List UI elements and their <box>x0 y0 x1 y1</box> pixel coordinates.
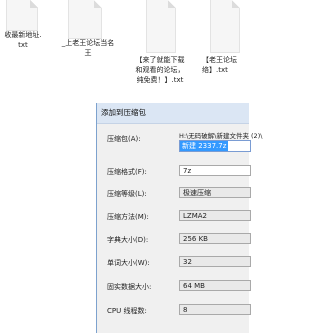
archive-name-input[interactable]: 新建 2337.7z <box>179 140 251 152</box>
dictionary-label: 字典大小(D): <box>107 236 149 244</box>
dialog-title: 添加到压缩包 <box>97 103 249 124</box>
add-to-archive-dialog: 添加到压缩包 压缩包(A): H:\无码破解\新建文件夹 (2)\ 新建 233… <box>96 103 262 333</box>
archive-path: H:\无码破解\新建文件夹 (2)\ <box>179 132 263 140</box>
method-select[interactable]: LZMA2 <box>179 210 251 221</box>
word-size-label: 单词大小(W): <box>107 259 150 267</box>
solid-size-select[interactable]: 64 MB <box>179 280 251 291</box>
file-name: 【来了就能下载 和观看的论坛， 纯免费！】.txt <box>135 56 185 84</box>
level-label: 压缩等级(L): <box>107 190 147 198</box>
file-name: 【老王论坛 络】.txt <box>202 56 237 74</box>
format-select[interactable]: 7z <box>179 165 251 176</box>
archive-name-selected: 新建 2337.7z <box>180 141 229 151</box>
archive-label: 压缩包(A): <box>107 135 141 143</box>
file-name: 收最新地址. txt <box>4 31 42 49</box>
text-file-icon <box>68 0 102 39</box>
word-size-select[interactable]: 32 <box>179 256 251 267</box>
cpu-threads-label: CPU 线程数: <box>107 307 147 315</box>
level-select[interactable]: 极速压缩 <box>179 187 251 198</box>
cpu-threads-select[interactable]: 8 <box>179 304 251 315</box>
text-file-icon <box>210 0 240 53</box>
format-label: 压缩格式(F): <box>107 168 147 176</box>
dictionary-select[interactable]: 256 KB <box>179 233 251 244</box>
file-name: _上老王论坛当名 王 <box>61 39 115 57</box>
method-label: 压缩方法(M): <box>107 213 149 221</box>
text-file-icon <box>146 0 176 53</box>
text-file-icon <box>6 0 38 31</box>
solid-size-label: 固实数据大小: <box>107 283 152 291</box>
